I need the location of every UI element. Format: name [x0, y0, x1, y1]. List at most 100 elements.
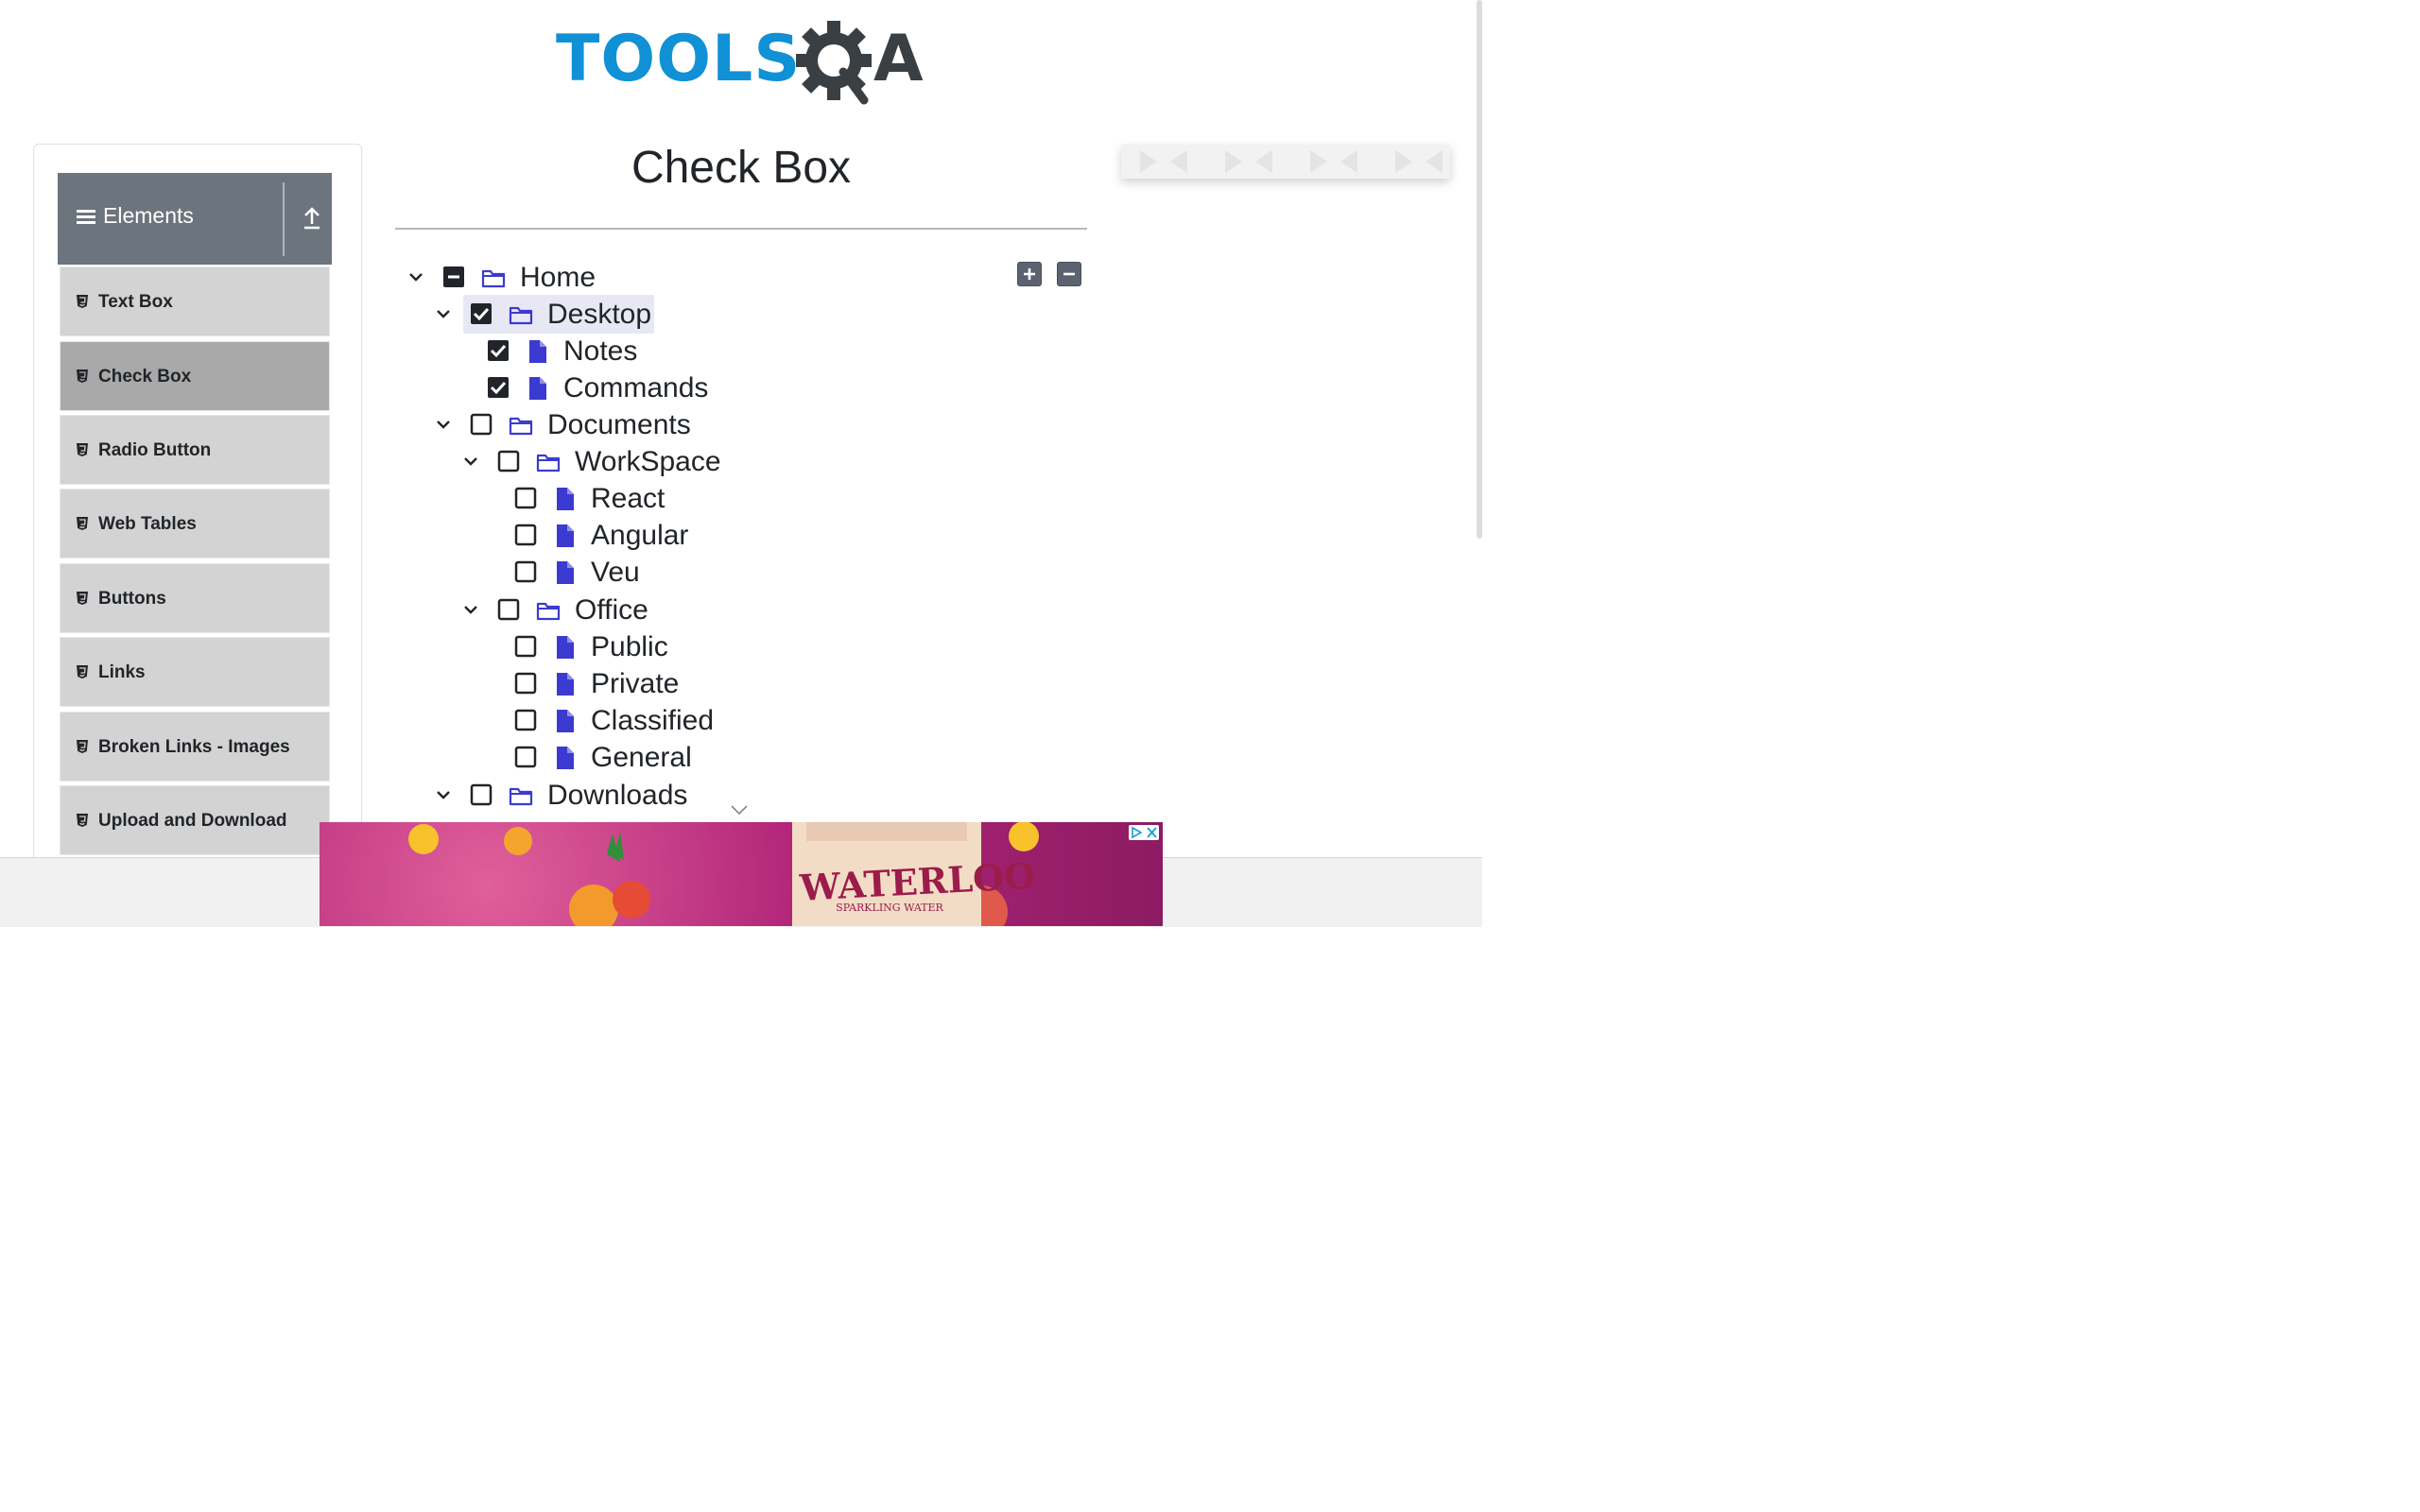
tree-node-label[interactable]: Classified [591, 703, 714, 739]
chevron-down-icon[interactable] [406, 267, 425, 286]
folder-icon [536, 602, 561, 621]
checkbox-unchecked[interactable] [514, 709, 537, 731]
tree-node-label[interactable]: Downloads [547, 778, 687, 814]
folder-icon [481, 269, 506, 288]
checkbox-unchecked[interactable] [514, 672, 537, 695]
checkbox-unchecked[interactable] [497, 598, 520, 621]
tree-node-label[interactable]: Angular [591, 518, 688, 554]
checkbox-unchecked[interactable] [514, 746, 537, 768]
elements-group-header[interactable]: Elements [58, 173, 332, 265]
sidebar-item-label: Text Box [98, 292, 173, 312]
tree-node-label[interactable]: Office [575, 593, 648, 628]
file-icon [557, 488, 574, 510]
chevron-down-icon[interactable] [434, 304, 453, 323]
checkbox-unchecked[interactable] [470, 783, 493, 806]
tree-node-label[interactable]: Commands [563, 370, 708, 406]
sidebar-item-text-box[interactable]: Text Box [60, 266, 330, 336]
chevron-down-icon[interactable] [434, 415, 453, 434]
file-icon [557, 673, 574, 696]
tree-node-label[interactable]: WorkSpace [575, 444, 721, 480]
ad-brand-subtext: SPARKLING WATER [836, 902, 943, 914]
tree-node-label[interactable]: General [591, 740, 692, 776]
group-divider [283, 182, 285, 256]
tree-node-label[interactable]: Public [591, 629, 668, 665]
upload-arrow-icon[interactable] [296, 201, 328, 233]
checkbox-unchecked[interactable] [514, 635, 537, 658]
file-icon [529, 340, 546, 363]
gear-icon [796, 21, 872, 105]
checkbox-indeterminate[interactable] [442, 266, 465, 288]
sidebar-item-check-box[interactable]: Check Box [60, 341, 330, 411]
html5-icon [77, 369, 88, 383]
html5-icon [77, 443, 88, 456]
sidebar-item-label: Buttons [98, 589, 166, 609]
tree-node-label[interactable]: Desktop [547, 297, 651, 333]
group-title-label: Elements [103, 203, 194, 228]
sidebar-item-radio-button[interactable]: Radio Button [60, 415, 330, 485]
ad-choices-close[interactable] [1129, 825, 1159, 840]
scroll-down-icon[interactable] [730, 803, 749, 816]
tree-node-label[interactable]: Documents [547, 407, 691, 443]
sidebar-item-broken-links-images[interactable]: Broken Links - Images [60, 712, 330, 782]
minus-square-icon [1063, 272, 1075, 276]
folder-icon [509, 306, 533, 325]
sidebar-item-label: Broken Links - Images [98, 737, 290, 757]
html5-icon [77, 592, 88, 605]
sidebar-item-web-tables[interactable]: Web Tables [60, 489, 330, 558]
sidebar-item-label: Radio Button [98, 440, 212, 460]
chevron-down-icon[interactable] [461, 452, 480, 471]
checkbox-checked[interactable] [470, 302, 493, 325]
checkbox-unchecked[interactable] [514, 487, 537, 509]
file-icon [557, 747, 574, 769]
title-divider [395, 228, 1087, 230]
chevron-down-icon[interactable] [461, 600, 480, 619]
checkbox-unchecked[interactable] [514, 524, 537, 546]
checkbox-unchecked[interactable] [470, 413, 493, 436]
plus-square-icon [1024, 268, 1035, 280]
logo-text-tools: TOOLS [556, 22, 802, 96]
file-icon [557, 710, 574, 732]
sidebar-item-label: Web Tables [98, 514, 197, 534]
folder-icon [509, 417, 533, 436]
folder-icon [536, 454, 561, 472]
toolsqa-logo[interactable]: TOOLS A [556, 17, 934, 107]
tree-node-label[interactable]: React [591, 481, 665, 517]
checkbox-unchecked[interactable] [497, 450, 520, 472]
sidebar-item-buttons[interactable]: Buttons [60, 563, 330, 633]
sidebar-item-links[interactable]: Links [60, 637, 330, 707]
tree-node-label[interactable]: Notes [563, 334, 637, 369]
checkbox-checked[interactable] [487, 339, 510, 362]
file-icon [557, 636, 574, 659]
page-title: Check Box [631, 143, 852, 193]
tree-node-label[interactable]: Home [520, 260, 596, 296]
file-icon [529, 377, 546, 400]
logo-text-a: A [873, 22, 925, 96]
ad-pattern-image [1140, 150, 1443, 173]
ad-fruit-image [408, 822, 1039, 926]
sidebar-item-label: Links [98, 662, 146, 682]
file-icon [557, 524, 574, 547]
folder-icon [509, 787, 533, 806]
group-title: Elements [77, 173, 194, 265]
tree-node-label[interactable]: Private [591, 666, 679, 702]
tree-node-label[interactable]: Veu [591, 555, 640, 591]
sidebar-item-label: Upload and Download [98, 811, 287, 831]
sidebar-item-label: Check Box [98, 367, 192, 387]
checkbox-unchecked[interactable] [514, 560, 537, 583]
expand-all-button[interactable] [1017, 262, 1042, 286]
sidebar-item-upload-and-download[interactable]: Upload and Download [60, 785, 330, 855]
html5-icon [77, 665, 88, 679]
right-ad-banner[interactable] [1121, 145, 1450, 179]
collapse-all-button[interactable] [1057, 262, 1081, 286]
ad-close-icon[interactable] [1129, 825, 1159, 840]
html5-icon [77, 517, 88, 530]
html5-icon [77, 740, 88, 753]
bottom-ad-banner[interactable]: WATERLOO SPARKLING WATER [320, 822, 1163, 926]
html5-icon [77, 814, 88, 827]
html5-icon [77, 295, 88, 308]
hamburger-icon [77, 207, 95, 227]
chevron-down-icon[interactable] [434, 785, 453, 804]
file-icon [557, 561, 574, 584]
checkbox-checked[interactable] [487, 376, 510, 399]
page-scrollbar[interactable] [1477, 0, 1482, 539]
